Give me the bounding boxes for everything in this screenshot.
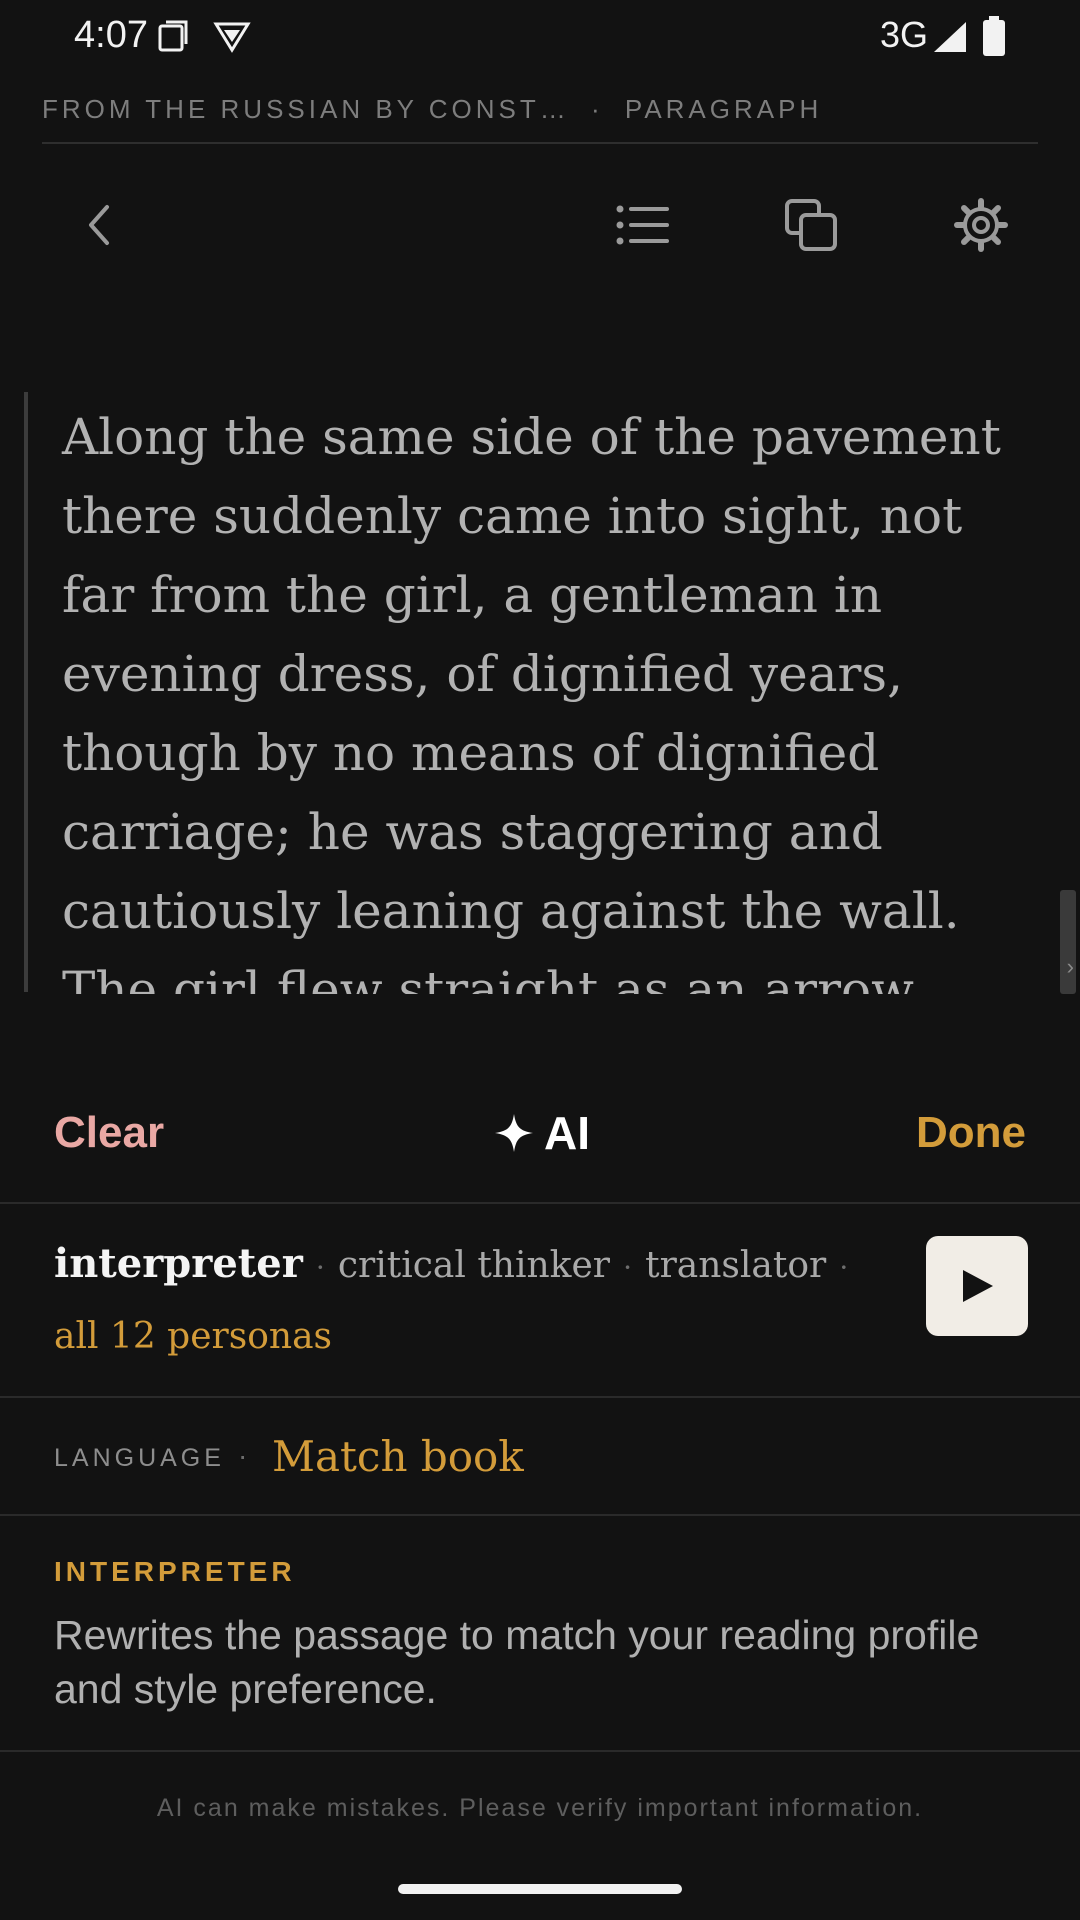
passage-container[interactable]: Along the same side of the pavement ther… (0, 388, 1080, 994)
scroll-chevron-icon: › (1066, 954, 1074, 979)
divider (0, 1750, 1080, 1752)
persona-description-text: Rewrites the passage to match your readi… (54, 1612, 980, 1712)
home-indicator[interactable] (398, 1884, 682, 1894)
persona-option-interpreter[interactable]: interpreter (54, 1240, 303, 1287)
breadcrumb: FROM THE RUSSIAN BY CONST… · PARAGRAPH (42, 94, 1038, 144)
persona-option-critical-thinker[interactable]: critical thinker (338, 1245, 610, 1286)
divider (0, 1202, 1080, 1204)
ai-label: AI (544, 1107, 590, 1159)
clear-button[interactable]: Clear (54, 1108, 164, 1158)
divider (0, 1396, 1080, 1398)
signal-icon (932, 20, 968, 59)
language-separator: · (238, 1440, 248, 1471)
persona-description-title: INTERPRETER (54, 1556, 296, 1587)
play-button[interactable] (926, 1236, 1028, 1336)
passage-text: Along the same side of the pavement ther… (62, 408, 1001, 994)
list-icon (616, 205, 669, 245)
passage-quote-bar (24, 392, 28, 992)
breadcrumb-mode: PARAGRAPH (624, 94, 823, 124)
play-icon (963, 1270, 993, 1302)
copy-button[interactable] (776, 190, 846, 260)
ai-title: AI (494, 1106, 590, 1160)
vpn-shield-icon (212, 18, 252, 59)
persona-option-translator[interactable]: translator (645, 1245, 826, 1286)
copy-icon (785, 199, 837, 251)
contents-button[interactable] (608, 190, 678, 260)
gear-icon (954, 198, 1008, 252)
breadcrumb-separator: · (591, 94, 604, 124)
language-label: LANGUAGE (54, 1444, 225, 1472)
done-button[interactable]: Done (916, 1108, 1026, 1158)
sparkle-icon (495, 1114, 533, 1152)
back-chevron-icon (89, 205, 109, 245)
language-selector[interactable]: Match book (272, 1432, 524, 1481)
settings-button[interactable] (946, 190, 1016, 260)
status-time: 4:07 (74, 14, 148, 56)
ai-disclaimer: AI can make mistakes. Please verify impo… (156, 1794, 924, 1822)
back-button[interactable] (64, 190, 134, 260)
persona-separator: · (623, 1251, 633, 1284)
persona-separator: · (839, 1251, 849, 1284)
all-personas-link[interactable]: all 12 personas (54, 1316, 332, 1357)
persona-separator: · (315, 1251, 325, 1284)
breadcrumb-source: FROM THE RUSSIAN BY CONST… (42, 94, 570, 124)
persona-selector: interpreter · critical thinker · transla… (54, 1240, 856, 1287)
screenshot-icon (156, 18, 192, 59)
network-type: 3G (879, 14, 928, 55)
battery-icon (982, 16, 1006, 61)
status-bar: 4:07 3G (0, 0, 1080, 76)
divider (0, 1514, 1080, 1516)
